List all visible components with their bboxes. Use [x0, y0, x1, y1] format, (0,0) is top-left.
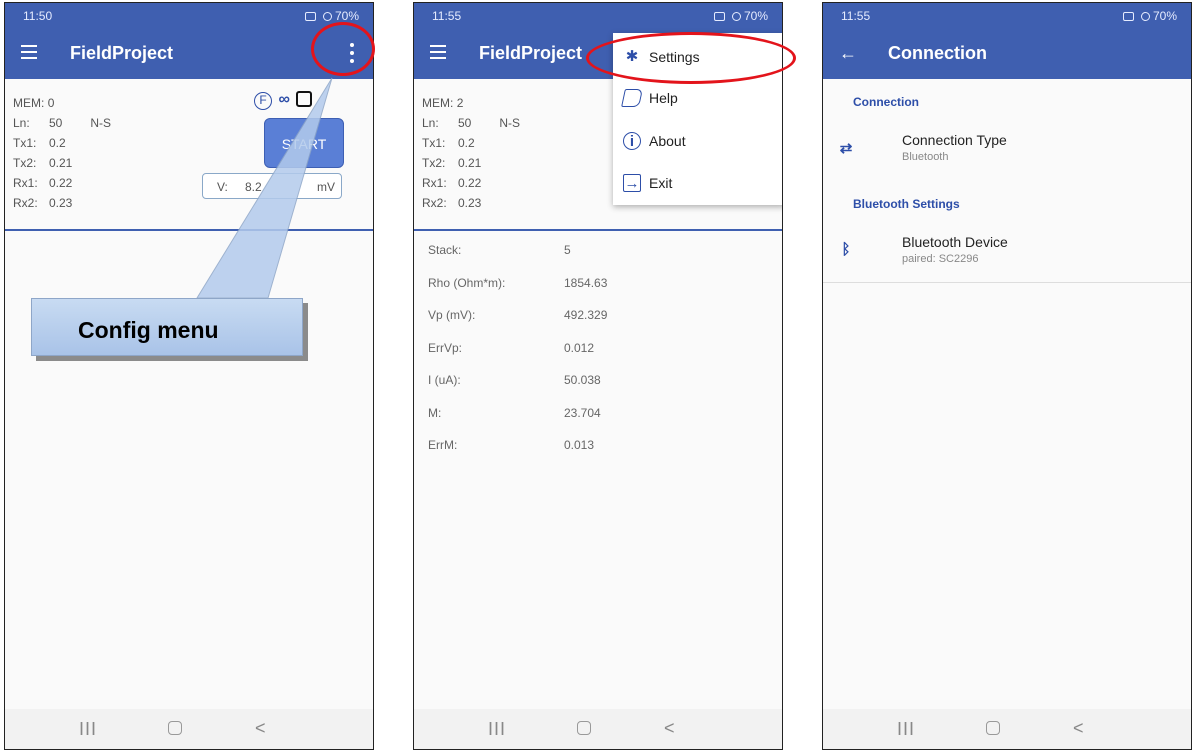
ln-value: 50 [458, 116, 472, 130]
annotation-circle-settings [586, 32, 796, 84]
survey-info: MEM: 2 Ln: 50 N-S Tx1: 0.2 Tx2: 0.21 Rx1: 0.2… [422, 93, 520, 213]
tx1-label: Tx1: [422, 136, 446, 150]
status-bar: 11:55 70% [823, 3, 1191, 29]
wifi-icon [731, 12, 741, 21]
app-bar: ← Connection [823, 29, 1191, 79]
battery-percent: 70% [1152, 9, 1177, 23]
recent-apps-button[interactable]: III [488, 719, 506, 740]
app-title: FieldProject [479, 43, 583, 63]
status-time: 11:55 [432, 9, 462, 23]
result-value: 492.329 [564, 308, 608, 322]
pref-summary: Bluetooth [902, 151, 949, 163]
pref-title: Connection Type [902, 132, 1007, 148]
result-label: Stack: [428, 243, 462, 257]
result-row: I (uA): 50.038 [428, 373, 607, 406]
battery-percent: 70% [743, 9, 768, 23]
wifi-icon [1140, 12, 1150, 21]
result-row: ErrVp: 0.012 [428, 341, 607, 374]
tx2-value: 0.21 [458, 156, 482, 170]
section-title-connection: Connection [853, 95, 919, 109]
tx2-label: Tx2: [422, 156, 446, 170]
annotation-circle-menu [311, 22, 375, 76]
home-button[interactable] [986, 721, 1000, 735]
phone-screen-connection: 11:55 70% ← Connection Connection ⇄ Conn… [822, 2, 1192, 750]
swap-arrows-icon: ⇄ [839, 140, 853, 157]
divider [414, 229, 782, 231]
menu-item-label: About [649, 133, 686, 149]
phone-screen-menu: 11:55 70% FieldProject MEM: 2 Ln: 50 N-S T… [413, 2, 783, 750]
callout-label: Config menu [31, 298, 303, 356]
rx2-row: Rx2: 0.23 [422, 193, 520, 213]
result-value: 50.038 [564, 373, 601, 387]
alarm-icon [1123, 12, 1135, 21]
mem-value: 2 [456, 96, 464, 110]
section-title-bluetooth: Bluetooth Settings [853, 197, 960, 211]
rx1-row: Rx1: 0.22 [422, 173, 520, 193]
result-value: 23.704 [564, 405, 601, 420]
status-bar: 11:55 70% [414, 3, 782, 29]
result-row: ErrM: 0.013 [428, 438, 607, 471]
status-icons: 70% [710, 9, 768, 23]
rx2-value: 0.23 [458, 196, 482, 210]
mem-row: MEM: 2 [422, 93, 520, 113]
rx1-label: Rx1: [422, 176, 447, 190]
alarm-icon [714, 12, 726, 21]
result-label: I (uA): [428, 373, 461, 387]
result-label: ErrVp: [428, 340, 463, 355]
help-book-icon [621, 89, 643, 107]
back-button[interactable]: < [1073, 718, 1084, 739]
menu-item-label: Help [649, 90, 678, 106]
result-row: Vp (mV): 492.329 [428, 308, 607, 341]
pref-title: Bluetooth Device [902, 234, 1008, 250]
result-row: M: 23.704 [428, 406, 607, 439]
back-button[interactable]: < [664, 718, 675, 739]
menu-item-help[interactable]: Help [613, 78, 782, 118]
result-value: 0.013 [564, 438, 595, 452]
result-label: Vp (mV): [428, 308, 476, 322]
tx1-value: 0.2 [458, 136, 475, 150]
status-icons: 70% [1119, 9, 1177, 23]
bluetooth-icon: ᛒ [841, 241, 851, 258]
result-value: 1854.63 [564, 275, 608, 290]
tx1-row: Tx1: 0.2 [422, 133, 520, 153]
info-icon: i [623, 132, 641, 150]
result-row: Rho (Ohm*m): 1854.63 [428, 276, 607, 309]
back-arrow-icon[interactable]: ← [839, 43, 857, 64]
ln-label: Ln: [422, 116, 439, 130]
result-value: 5 [564, 243, 571, 257]
pref-bluetooth-device[interactable]: ᛒ Bluetooth Device paired: SC2296 [823, 229, 1191, 279]
pref-connection-type[interactable]: ⇄ Connection Type Bluetooth [823, 127, 1191, 177]
rx1-value: 0.22 [458, 176, 482, 190]
divider [823, 282, 1191, 283]
tx2-row: Tx2: 0.21 [422, 153, 520, 173]
app-title: Connection [888, 43, 987, 63]
ln-direction: N-S [499, 116, 521, 130]
exit-icon: → [623, 174, 641, 192]
system-nav-bar: III < [823, 709, 1191, 749]
result-row: Stack: 5 [428, 243, 607, 276]
result-label: Rho (Ohm*m): [428, 275, 506, 290]
pref-summary: paired: SC2296 [902, 253, 979, 265]
results-list: Stack: 5 Rho (Ohm*m): 1854.63 Vp (mV): 492.… [428, 243, 607, 471]
result-label: M: [428, 405, 442, 420]
rx2-label: Rx2: [422, 196, 447, 210]
result-label: ErrM: [428, 438, 458, 452]
menu-item-about[interactable]: i About [613, 121, 782, 161]
recent-apps-button[interactable]: III [897, 719, 915, 740]
menu-item-label: Exit [649, 175, 673, 191]
status-time: 11:55 [841, 9, 871, 23]
system-nav-bar: III < [414, 709, 782, 749]
home-button[interactable] [577, 721, 591, 735]
mem-label: MEM: [422, 96, 454, 110]
ln-row: Ln: 50 N-S [422, 113, 520, 133]
menu-item-exit[interactable]: → Exit [613, 163, 782, 203]
menu-icon[interactable] [430, 41, 452, 65]
result-value: 0.012 [564, 340, 595, 355]
